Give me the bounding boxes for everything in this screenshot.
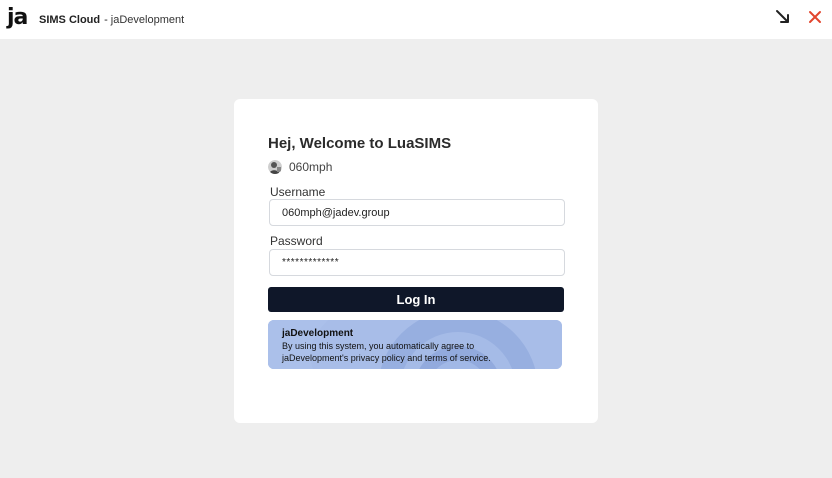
title-bar: ja SIMS Cloud - jaDevelopment: [0, 0, 832, 39]
user-avatar-icon: [268, 160, 282, 174]
app-title: SIMS Cloud - jaDevelopment: [39, 14, 184, 26]
ja-logo: ja: [7, 4, 28, 30]
user-name: 060mph: [289, 160, 333, 174]
username-input[interactable]: [269, 199, 565, 226]
close-icon[interactable]: [806, 8, 824, 26]
app-name: SIMS Cloud: [39, 13, 101, 26]
notice-line-1: By using this system, you automatically …: [282, 341, 475, 351]
privacy-notice: jaDevelopment By using this system, you …: [268, 320, 562, 369]
notice-title: jaDevelopment: [282, 328, 354, 339]
username-label: Username: [270, 185, 326, 199]
login-button[interactable]: Log In: [268, 287, 564, 312]
notice-line-2: jaDevelopment's privacy policy and terms…: [282, 353, 491, 363]
notice-text: jaDevelopment By using this system, you …: [282, 328, 491, 364]
user-row: 060mph: [268, 160, 332, 174]
org-name: jaDevelopment: [110, 13, 185, 26]
password-input[interactable]: *************: [269, 249, 565, 276]
title-separator: -: [104, 13, 108, 26]
window-controls: [774, 8, 824, 26]
minimize-arrow-icon[interactable]: [774, 8, 792, 26]
password-value: *************: [282, 257, 340, 268]
password-label: Password: [270, 234, 323, 248]
welcome-heading: Hej, Welcome to LuaSIMS: [268, 135, 452, 152]
login-card: Hej, Welcome to LuaSIMS 060mph Username …: [234, 99, 598, 423]
